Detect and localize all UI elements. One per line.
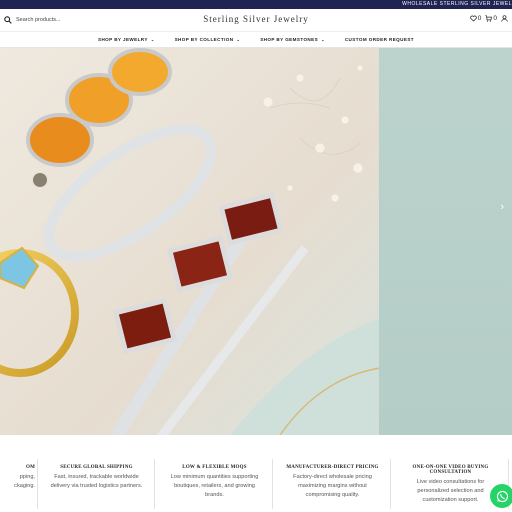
cart-icon: [485, 15, 493, 22]
feature-title: SECURE GLOBAL SHIPPING: [60, 465, 133, 470]
feature-description: Factory-direct wholesale pricing maximiz…: [293, 474, 372, 498]
wishlist-count: 0: [477, 15, 482, 22]
nav-shop-by-gemstones[interactable]: SHOP BY GEMSTONES ⌄: [260, 37, 325, 42]
hero-image: [0, 48, 380, 435]
nav-shop-by-collection[interactable]: SHOP BY COLLECTION ⌄: [175, 37, 241, 42]
feature-title: LOW & FLEXIBLE MOQS: [182, 465, 247, 470]
chevron-down-icon: ⌄: [150, 37, 155, 42]
divider: [390, 459, 391, 509]
hero-side-panel: [379, 48, 512, 435]
feature-title: MANUFACTURER-DIRECT PRICING: [286, 465, 379, 470]
cart-button[interactable]: 0: [485, 15, 497, 22]
feature-description: Low minimum quantities supporting boutiq…: [170, 474, 259, 498]
chevron-down-icon: ⌄: [236, 37, 241, 42]
announcement-bar: WHOLESALE STERLING SILVER JEWEL: [0, 0, 512, 9]
nav-label: CUSTOM ORDER REQUEST: [344, 37, 414, 42]
chevron-right-icon[interactable]: ›: [500, 201, 504, 213]
feature-item: SECURE GLOBAL SHIPPING Fast, insured, tr…: [39, 459, 154, 512]
divider: [154, 459, 155, 509]
nav-custom-order-request[interactable]: CUSTOM ORDER REQUEST: [345, 37, 414, 42]
whatsapp-icon: [496, 490, 508, 502]
feature-item: OM pping, ckaging.: [0, 459, 35, 512]
nav-label: SHOP BY COLLECTION: [174, 37, 234, 42]
wishlist-button[interactable]: 0: [470, 15, 482, 22]
nav-label: SHOP BY GEMSTONES: [260, 37, 319, 42]
main-navigation: SHOP BY JEWELRY ⌄ SHOP BY COLLECTION ⌄ S…: [0, 31, 512, 48]
chevron-down-icon: ⌄: [321, 37, 325, 42]
feature-item: LOW & FLEXIBLE MOQS Low minimum quantiti…: [157, 459, 272, 512]
feature-title: OM: [25, 465, 35, 470]
feature-item: ONE-ON-ONE VIDEO BUYING CONSULTATION Liv…: [393, 459, 508, 512]
whatsapp-chat-button[interactable]: [490, 484, 512, 508]
feature-item: MANUFACTURER-DIRECT PRICING Factory-dire…: [275, 459, 390, 512]
cart-count: 0: [493, 15, 497, 22]
features-strip: OM pping, ckaging. SECURE GLOBAL SHIPPIN…: [0, 459, 512, 512]
site-logo[interactable]: Sterling Silver Jewelry: [0, 14, 512, 24]
account-button[interactable]: [501, 15, 508, 22]
feature-description: Fast, insured, trackable worldwide deliv…: [50, 474, 143, 489]
hero-banner[interactable]: ›: [0, 48, 512, 435]
announcement-text: WHOLESALE STERLING SILVER JEWEL: [402, 1, 512, 7]
divider: [37, 459, 38, 509]
header-actions: 0 0: [470, 15, 508, 22]
nav-label: SHOP BY JEWELRY: [98, 37, 148, 42]
nav-shop-by-jewelry[interactable]: SHOP BY JEWELRY ⌄: [98, 37, 155, 42]
user-icon: [501, 15, 508, 22]
feature-title: ONE-ON-ONE VIDEO BUYING CONSULTATION: [412, 465, 489, 475]
heart-icon: [470, 15, 477, 22]
feature-description: pping, ckaging.: [14, 474, 35, 489]
site-header: Search products... Sterling Silver Jewel…: [0, 9, 512, 31]
divider: [272, 459, 273, 509]
